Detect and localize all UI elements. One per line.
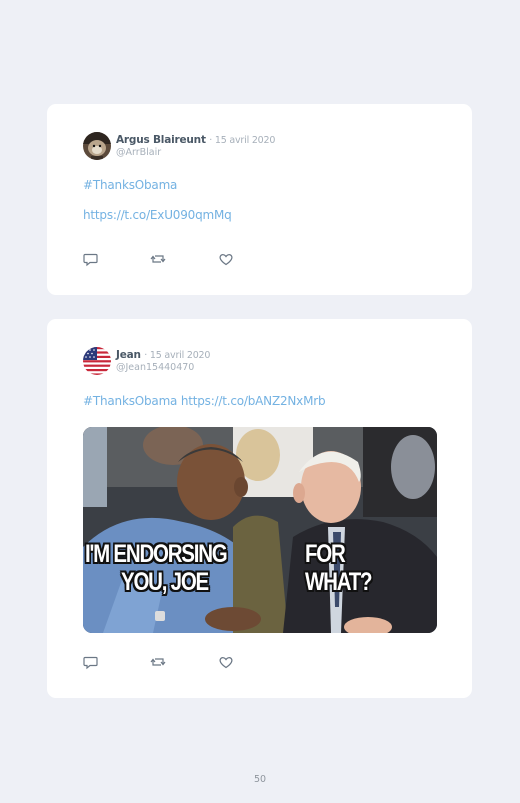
like-icon[interactable] <box>218 251 234 267</box>
tweet-actions <box>83 251 243 267</box>
meme-image[interactable]: I'M ENDORSING YOU, JOE FOR WHAT? <box>83 427 437 633</box>
author-name[interactable]: Jean · 15 avril 2020 <box>116 349 210 361</box>
tweet-date: · 15 avril 2020 <box>144 350 211 361</box>
page-number: 50 <box>253 774 267 785</box>
tweet-date: · 15 avril 2020 <box>209 135 276 146</box>
tweet-link[interactable]: https://t.co/ExU090qmMq <box>83 208 232 222</box>
retweet-icon[interactable] <box>150 251 166 267</box>
avatar[interactable] <box>83 132 111 160</box>
author-handle: @ArrBlair <box>116 147 162 158</box>
hashtag[interactable]: #ThanksObama <box>83 178 177 192</box>
tweet-card: Jean · 15 avril 2020 @Jean15440470 #Than… <box>47 319 472 698</box>
meme-caption-right: FOR WHAT? <box>305 540 373 596</box>
retweet-icon[interactable] <box>150 654 166 670</box>
like-icon[interactable] <box>218 654 234 670</box>
reply-icon[interactable] <box>83 654 99 670</box>
meme-caption-left-line1: I'M ENDORSING <box>85 540 228 568</box>
meme-caption-left-line2: YOU, JOE <box>121 568 209 596</box>
author-name-text[interactable]: Argus Blaireunt <box>116 134 206 146</box>
author-handle: @Jean15440470 <box>116 362 195 373</box>
tweet-actions <box>83 654 243 670</box>
reply-icon[interactable] <box>83 251 99 267</box>
tweet-text[interactable]: #ThanksObama https://t.co/bANZ2NxMrb <box>83 394 326 408</box>
avatar[interactable] <box>83 347 111 375</box>
tweet-card: Argus Blaireunt · 15 avril 2020 @ArrBlai… <box>47 104 472 295</box>
meme-photo <box>83 427 437 633</box>
author-name-text[interactable]: Jean <box>116 349 141 361</box>
author-name[interactable]: Argus Blaireunt · 15 avril 2020 <box>116 134 275 146</box>
